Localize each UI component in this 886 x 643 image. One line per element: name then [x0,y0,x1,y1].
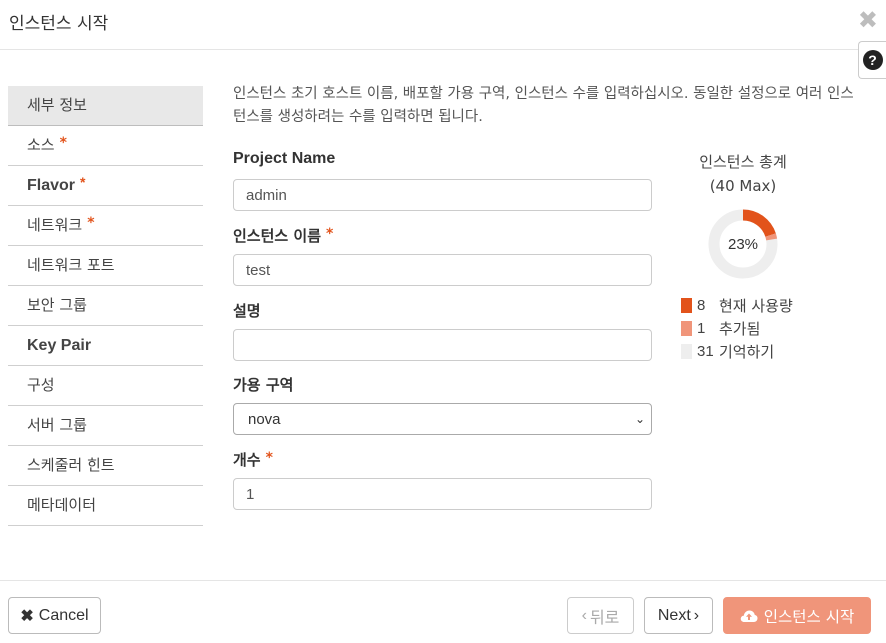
sidebar-item-scheduler-hints[interactable]: 스케줄러 힌트 [8,446,203,486]
wizard-sidebar: 세부 정보 소스 * Flavor * 네트워크 * 네트워크 포트 보안 그룹 Ke… [8,86,203,526]
legend-item-added: 1 추가됨 [681,317,831,340]
close-icon: ✖ [20,607,34,625]
back-button[interactable]: ‹ 뒤로 [567,597,634,634]
details-form: Project Name 인스턴스 이름* 설명 가용 구역 nova ⌄ 개수… [233,150,652,510]
modal-footer: ✖ Cancel ‹ 뒤로 Next › 인스턴스 시작 [0,580,886,643]
legend-value: 8 [697,297,706,314]
description-group: 설명 [233,300,652,374]
sidebar-item-label: 서버 그룹 [27,416,87,434]
launch-instance-label: 인스턴스 시작 [763,607,855,626]
instance-name-label: 인스턴스 이름 * [233,225,652,247]
legend-swatch [681,298,692,313]
sidebar-item-label: 보안 그룹 [27,296,87,314]
sidebar-item-server-groups[interactable]: 서버 그룹 [8,406,203,446]
legend-item-remaining: 31 기억하기 [681,340,831,363]
sidebar-item-key-pair[interactable]: Key Pair [8,326,203,366]
cancel-button[interactable]: ✖ Cancel [8,597,101,634]
sidebar-item-network-ports[interactable]: 네트워크 포트 [8,246,203,286]
sidebar-item-configuration[interactable]: 구성 [8,366,203,406]
sidebar-item-label: 스케줄러 힌트 [27,456,115,474]
sidebar-item-label: 네트워크 [27,216,83,234]
cloud-upload-icon [740,610,758,622]
sidebar-item-label: 세부 정보 [27,96,87,114]
cancel-button-label: Cancel [38,606,89,624]
next-button-label: Next [657,606,691,624]
legend-swatch [681,321,692,336]
description-label: 설명 [233,302,261,320]
required-marker: * [265,450,273,466]
sidebar-item-metadata[interactable]: 메타데이터 [8,486,203,526]
launch-instance-button[interactable]: 인스턴스 시작 [723,597,871,634]
sidebar-item-label: Flavor [27,177,76,194]
legend-label: 기억하기 [719,343,775,361]
modal-title: 인스턴스 시작 [9,14,109,34]
count-field[interactable] [233,478,652,510]
sidebar-item-network[interactable]: 네트워크 * [8,206,203,246]
required-marker: * [80,174,86,190]
sidebar-item-flavor[interactable]: Flavor * [8,166,203,206]
donut-added-arc [765,233,778,241]
project-name-label: Project Name [233,150,336,167]
chevron-down-icon: ⌄ [634,412,645,426]
sidebar-item-label: 메타데이터 [27,496,97,514]
quota-title: 인스턴스 총계 [699,153,787,171]
next-button[interactable]: Next › [644,597,713,634]
quota-legend: 8 현재 사용량 1 추가됨 31 기억하기 [681,294,831,363]
availability-zone-value: nova [248,410,281,428]
availability-zone-select[interactable]: nova ⌄ [233,403,652,435]
legend-label: 현재 사용량 [719,297,793,315]
required-marker: * [59,135,67,151]
chevron-left-icon: ‹ [581,606,587,624]
description-field[interactable] [233,329,652,361]
sidebar-item-security-groups[interactable]: 보안 그룹 [8,286,203,326]
donut-percent-label: 23% [728,236,758,253]
legend-item-current: 8 현재 사용량 [681,294,831,317]
help-button[interactable]: ? [858,41,886,79]
step-help-text: 인스턴스 초기 호스트 이름, 배포할 가용 구역, 인스턴스 수를 입력하십시… [233,86,854,125]
sidebar-item-details[interactable]: 세부 정보 [8,86,203,126]
count-group: 개수 * [233,449,652,510]
count-label: 개수 * [233,449,652,471]
legend-label: 추가됨 [719,320,761,338]
close-icon[interactable]: ✖ [858,8,878,32]
project-name-field[interactable] [233,179,652,211]
instance-name-field[interactable] [233,254,652,286]
count-label-text: 개수 [233,451,261,469]
help-icon: ? [862,50,883,70]
required-marker: * [326,226,334,242]
modal-header: 인스턴스 시작 ✖ [0,0,886,50]
project-name-group: Project Name [233,150,652,225]
chevron-right-icon: › [693,606,700,624]
sidebar-item-label: 구성 [27,376,55,394]
back-button-label: 뒤로 [589,609,620,627]
quota-subtitle: (40 Max) [709,177,777,195]
required-marker: * [87,215,95,231]
donut-used-arc [742,209,776,238]
sidebar-item-source[interactable]: 소스 * [8,126,203,166]
instance-name-label-text: 인스턴스 이름 [233,227,322,245]
instance-quota-chart: 인스턴스 총계 (40 Max) 23% 8 현재 사용량 1 추가됨 31 기… [670,150,820,361]
availability-zone-label: 가용 구역 [233,376,294,394]
legend-value: 1 [697,320,706,337]
legend-value: 31 [697,343,714,360]
sidebar-item-label: 네트워크 포트 [27,256,115,274]
sidebar-item-label: Key Pair [27,337,92,354]
legend-swatch [681,344,692,359]
quota-donut: 23% [708,209,778,279]
instance-name-group: 인스턴스 이름 * [233,225,652,300]
sidebar-item-label: 소스 [27,136,55,154]
availability-zone-group: 가용 구역 nova ⌄ [233,374,652,449]
